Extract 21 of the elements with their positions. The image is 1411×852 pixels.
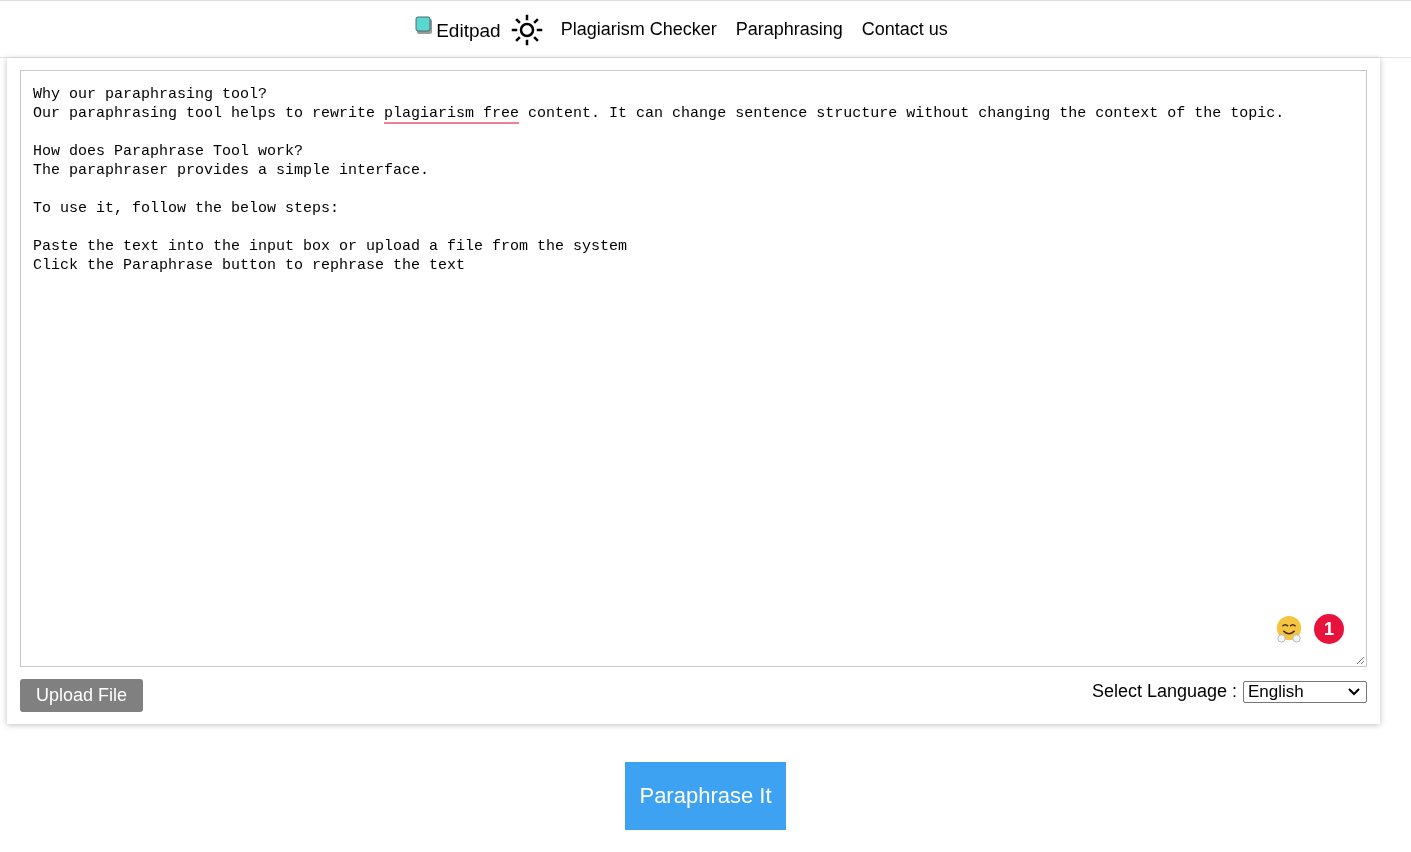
text-line: Why our paraphrasing tool? (33, 86, 268, 103)
nav-link[interactable]: Plagiarism Checker (560, 18, 717, 40)
text-line: To use it, follow the below steps: (33, 200, 340, 217)
sun-icon[interactable] (510, 14, 543, 46)
language-dropdown[interactable]: English (1243, 680, 1367, 703)
text-line: Click the Paraphrase button to rephrase the text (33, 257, 466, 274)
notification-badge[interactable]: 1 (1314, 614, 1344, 644)
text-line: How does Paraphrase Tool work? (33, 143, 304, 160)
smiley-icon[interactable] (1274, 614, 1304, 644)
text-line: Paste the text into the input box or upload a file from the system (33, 238, 628, 255)
nav-link[interactable]: Paraphrasing (735, 18, 843, 40)
notepad-icon (414, 16, 435, 36)
brand-link[interactable]: Editpad (436, 20, 501, 42)
nav-link[interactable]: Contact us (861, 18, 948, 40)
upload-button[interactable]: Upload File (20, 679, 144, 712)
language-label: Select Language : (1091, 681, 1237, 702)
text-line: The paraphraser provides a simple interface. (33, 162, 430, 179)
resize-handle-icon[interactable] (1355, 655, 1365, 665)
text-line: Our paraphrasing tool helps to rewrite plagiarism free content. It can change sentence structure without changing the context of the topic. (33, 105, 1285, 122)
chevron-icon (1348, 687, 1360, 696)
text-input-field[interactable] (20, 70, 1367, 667)
